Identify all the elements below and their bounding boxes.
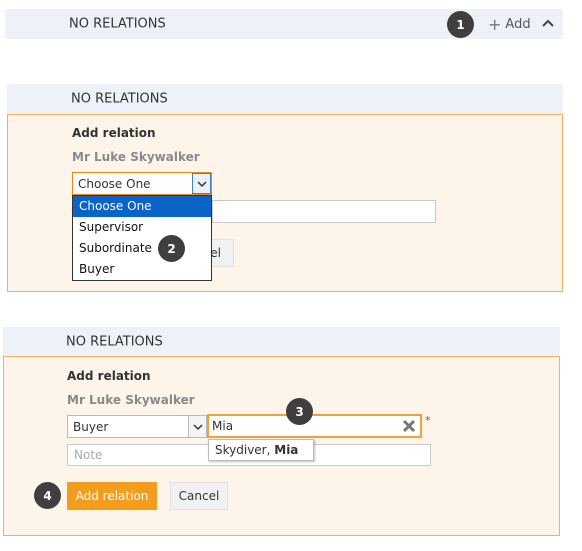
relations-header-2: NO RELATIONS xyxy=(7,84,563,114)
collapse-chevron-icon[interactable] xyxy=(540,14,556,32)
suggestion-prefix: Skydiver, xyxy=(215,443,275,457)
add-label: Add xyxy=(505,16,531,32)
chevron-down-icon[interactable] xyxy=(188,416,206,437)
note-placeholder: Note xyxy=(74,448,103,462)
person-name: Mr Luke Skywalker xyxy=(72,150,200,164)
step-badge-2: 2 xyxy=(158,235,185,262)
person-search-input[interactable]: Mia xyxy=(207,414,422,438)
add-relation-button[interactable]: Add relation xyxy=(67,482,157,510)
relations-title: NO RELATIONS xyxy=(71,91,168,107)
step-badge-3: 3 xyxy=(286,398,313,425)
suggestion-match: Mia xyxy=(274,443,299,457)
cancel-label: Cancel xyxy=(178,489,220,503)
relations-title: NO RELATIONS xyxy=(66,334,163,349)
required-marker: * xyxy=(425,414,431,427)
plus-icon: + xyxy=(488,14,502,34)
relations-header-1: NO RELATIONS xyxy=(5,9,563,39)
option-subordinate[interactable]: Subordinate xyxy=(73,238,211,259)
option-choose-one[interactable]: Choose One xyxy=(73,196,211,217)
relations-header-3: NO RELATIONS xyxy=(3,327,560,356)
relations-title: NO RELATIONS xyxy=(69,16,166,32)
person-name: Mr Luke Skywalker xyxy=(67,393,195,407)
option-supervisor[interactable]: Supervisor xyxy=(73,217,211,238)
form-title: Add relation xyxy=(67,369,151,383)
add-relation-label: Add relation xyxy=(75,489,149,503)
relation-type-options: Choose One Supervisor Subordinate Buyer xyxy=(72,195,212,281)
step-badge-1: 1 xyxy=(447,11,474,38)
autocomplete-suggestion[interactable]: Skydiver, Mia xyxy=(208,439,314,461)
add-relation-link[interactable]: + Add xyxy=(488,14,531,34)
option-buyer[interactable]: Buyer xyxy=(73,259,211,280)
select-value: Buyer xyxy=(73,419,109,434)
clear-icon[interactable] xyxy=(401,418,417,434)
relation-type-select[interactable]: Buyer xyxy=(67,415,207,438)
step-badge-4: 4 xyxy=(34,482,61,509)
person-search-input[interactable] xyxy=(212,200,436,223)
relation-type-select[interactable]: Choose One xyxy=(72,172,212,195)
select-value: Choose One xyxy=(78,176,151,191)
cancel-button[interactable]: Cancel xyxy=(170,482,228,510)
form-title: Add relation xyxy=(72,126,156,140)
search-value: Mia xyxy=(212,419,234,433)
chevron-down-icon[interactable] xyxy=(192,173,211,194)
